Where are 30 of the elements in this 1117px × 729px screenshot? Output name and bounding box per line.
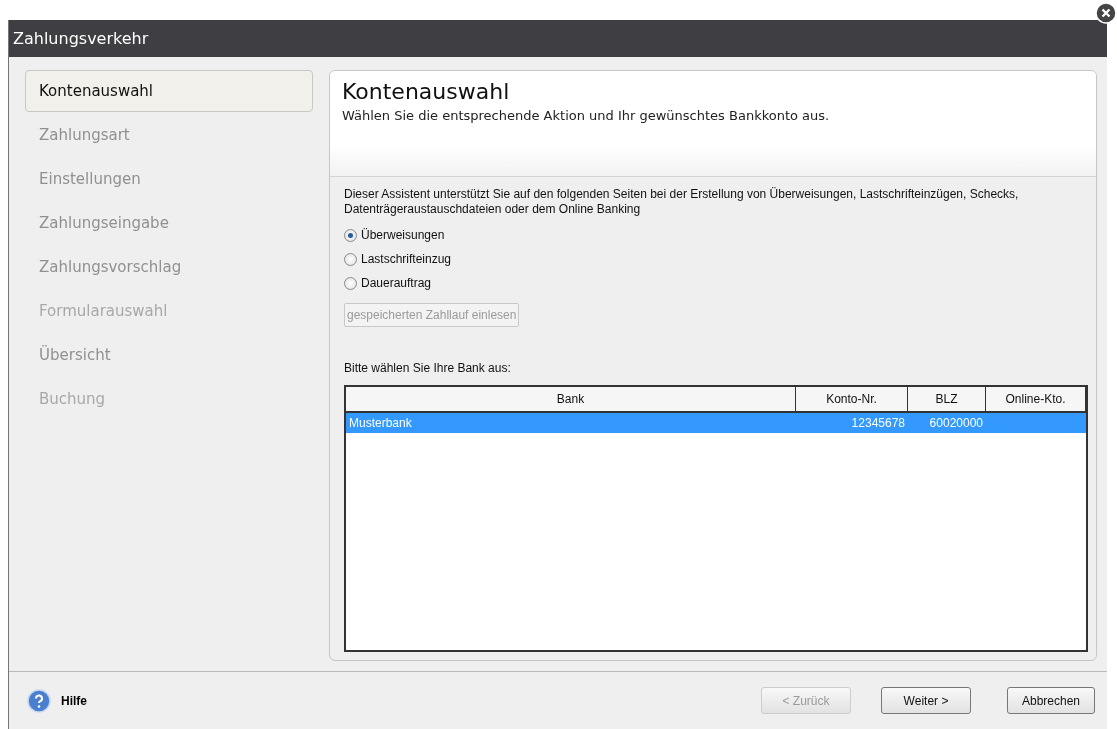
wizard-step[interactable]: Zahlungseingabe — [25, 202, 313, 244]
radio-button[interactable] — [344, 228, 357, 242]
wizard-step[interactable]: Übersicht — [25, 334, 313, 376]
bank-prompt: Bitte wählen Sie Ihre Bank aus: — [344, 361, 512, 375]
column-header[interactable]: BLZ — [908, 387, 986, 413]
radio-label[interactable]: Dauerauftrag — [361, 276, 432, 290]
column-header[interactable]: Bank — [346, 387, 796, 413]
close-icon[interactable] — [1095, 2, 1117, 24]
footer-button[interactable]: Weiter > — [881, 687, 971, 714]
intro-text: Dieser Assistent unterstützt Sie auf den folgenden Seiten bei der Erstellung von Überweisungen, Lastschrifteinzügen, Schecks, Datenträgeraustauschdateien oder dem Online Banking — [344, 187, 1020, 217]
column-header[interactable]: Online-Kto. — [986, 387, 1086, 413]
wizard-step[interactable]: Einstellungen — [25, 158, 313, 200]
window-title: Zahlungsverkehr — [13, 29, 149, 48]
radio-label[interactable]: Überweisungen — [361, 228, 445, 242]
footer-button[interactable]: Abbrechen — [1007, 687, 1095, 714]
wizard-step[interactable]: Kontenauswahl — [25, 70, 313, 112]
page-title: Kontenauswahl — [342, 79, 511, 104]
help-label[interactable]: Hilfe — [61, 693, 751, 708]
wizard-step[interactable]: Zahlungsvorschlag — [25, 246, 313, 288]
column-header[interactable]: Konto-Nr. — [796, 387, 908, 413]
radio-label[interactable]: Lastschrifteinzug — [361, 252, 452, 266]
table-cell[interactable] — [986, 413, 1086, 433]
help-icon[interactable] — [27, 688, 51, 713]
table-cell[interactable]: 12345678 — [796, 413, 908, 433]
wizard-step[interactable]: Zahlungsart — [25, 114, 313, 156]
table-cell[interactable]: Musterbank — [346, 413, 796, 433]
radio-button[interactable] — [344, 252, 357, 266]
page-subtitle: Wählen Sie die entsprechende Aktion und Ihr gewünschtes Bankkonto aus. — [342, 108, 831, 123]
table-cell[interactable]: 60020000 — [908, 413, 986, 433]
radio-button[interactable] — [344, 276, 357, 290]
